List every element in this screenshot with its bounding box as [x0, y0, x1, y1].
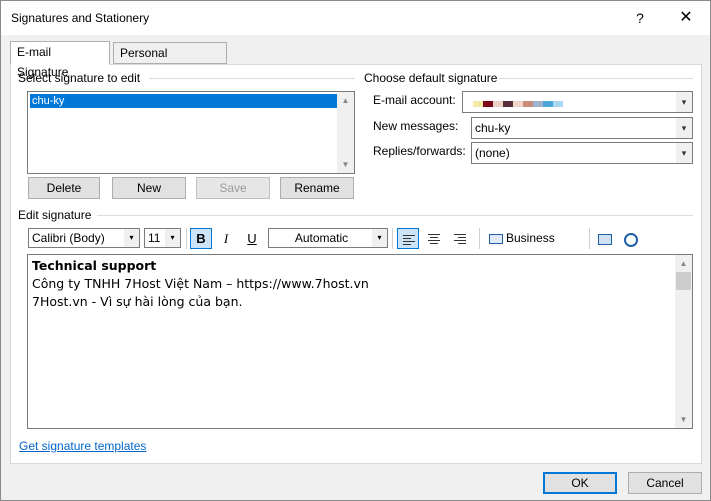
- italic-button[interactable]: I: [215, 228, 237, 249]
- chevron-down-icon[interactable]: ▾: [675, 143, 692, 163]
- business-card-icon: [489, 233, 503, 244]
- group-divider: [149, 78, 355, 79]
- masked-block: [543, 101, 553, 107]
- signature-listbox[interactable]: chu-ky ▲ ▼: [27, 91, 355, 174]
- signature-list-item[interactable]: chu-ky: [30, 94, 337, 108]
- business-card-button[interactable]: Business Card: [485, 228, 583, 266]
- window-title: Signatures and Stationery: [11, 11, 150, 25]
- align-left-icon: [403, 235, 415, 247]
- signature-line: Công ty TNHH 7Host Việt Nam – https://ww…: [32, 276, 369, 291]
- chevron-down-icon[interactable]: ▾: [372, 229, 387, 247]
- underline-button[interactable]: U: [241, 228, 263, 249]
- picture-icon: [598, 234, 612, 246]
- chevron-down-icon[interactable]: ▾: [124, 229, 139, 247]
- new-messages-label: New messages:: [373, 119, 459, 133]
- signature-line: 7Host.vn - Vì sự hài lòng của bạn.: [32, 294, 243, 309]
- delete-button[interactable]: Delete: [28, 177, 100, 199]
- editor-scrollbar[interactable]: ▲ ▼: [675, 255, 692, 428]
- scroll-up-icon[interactable]: ▲: [337, 92, 354, 109]
- toolbar-separator: [589, 228, 590, 249]
- masked-block: [503, 101, 513, 107]
- masked-block: [533, 101, 543, 107]
- replies-forwards-combo[interactable]: (none) ▾: [471, 142, 693, 164]
- align-center-button[interactable]: [423, 228, 445, 249]
- default-signature-label: Choose default signature: [364, 71, 498, 85]
- toolbar-separator: [479, 228, 480, 249]
- masked-block: [523, 101, 533, 107]
- masked-account: [473, 101, 571, 107]
- insert-picture-button[interactable]: [594, 228, 616, 249]
- chevron-down-icon[interactable]: ▾: [675, 92, 692, 112]
- signature-line: Technical support: [32, 258, 157, 273]
- email-account-combo[interactable]: ▾: [462, 91, 693, 113]
- font-combo[interactable]: Calibri (Body) ▾: [28, 228, 140, 248]
- signature-text[interactable]: Technical support Công ty TNHH 7Host Việ…: [32, 257, 369, 311]
- ok-button[interactable]: OK: [543, 472, 617, 494]
- new-messages-combo[interactable]: chu-ky ▾: [471, 117, 693, 139]
- align-right-icon: [454, 234, 466, 246]
- masked-block: [513, 101, 523, 107]
- font-color-value: Automatic: [294, 231, 349, 245]
- align-center-icon: [428, 234, 440, 246]
- chevron-down-icon[interactable]: ▾: [165, 229, 180, 247]
- save-button[interactable]: Save: [196, 177, 270, 199]
- rename-button[interactable]: Rename: [280, 177, 354, 199]
- replies-forwards-label: Replies/forwards:: [373, 144, 466, 158]
- masked-block: [493, 101, 503, 107]
- title-bar: Signatures and Stationery ? ✕: [1, 1, 710, 35]
- font-color-combo[interactable]: Automatic ▾: [268, 228, 388, 248]
- font-value: Calibri (Body): [32, 231, 105, 245]
- close-button[interactable]: ✕: [671, 7, 701, 29]
- new-messages-value: chu-ky: [475, 121, 511, 135]
- scroll-down-icon[interactable]: ▼: [675, 411, 692, 428]
- align-right-button[interactable]: [449, 228, 471, 249]
- hyperlink-icon: [624, 232, 638, 247]
- scroll-thumb[interactable]: [676, 272, 691, 290]
- email-account-label: E-mail account:: [373, 93, 456, 107]
- masked-block: [473, 101, 483, 107]
- chevron-down-icon[interactable]: ▾: [675, 118, 692, 138]
- scroll-down-icon[interactable]: ▼: [337, 156, 354, 173]
- masked-block: [553, 101, 563, 107]
- help-button[interactable]: ?: [625, 7, 655, 29]
- insert-hyperlink-button[interactable]: [620, 228, 642, 249]
- font-size-value: 11: [148, 231, 161, 245]
- get-signature-templates-link[interactable]: Get signature templates: [19, 439, 146, 453]
- scroll-up-icon[interactable]: ▲: [675, 255, 692, 272]
- align-left-button[interactable]: [397, 228, 419, 249]
- font-size-combo[interactable]: 11 ▾: [144, 228, 181, 248]
- new-button[interactable]: New: [112, 177, 186, 199]
- group-divider: [97, 215, 693, 216]
- masked-block: [483, 101, 493, 107]
- toolbar-separator: [392, 228, 393, 249]
- listbox-scrollbar[interactable]: ▲ ▼: [337, 92, 354, 173]
- tab-email-signature[interactable]: E-mail Signature: [10, 41, 110, 79]
- signatures-dialog: Signatures and Stationery ? ✕ E-mail Sig…: [0, 0, 711, 501]
- group-divider: [499, 78, 693, 79]
- edit-signature-label: Edit signature: [18, 208, 92, 222]
- cancel-button[interactable]: Cancel: [628, 472, 702, 494]
- signature-editor[interactable]: Technical support Công ty TNHH 7Host Việ…: [27, 254, 693, 429]
- tab-personal-stationery[interactable]: Personal Stationery: [113, 42, 227, 80]
- tab-email-signature-label: E-mail Signature: [17, 45, 69, 79]
- bold-button[interactable]: B: [190, 228, 212, 249]
- replies-forwards-value: (none): [475, 146, 510, 160]
- toolbar-separator: [186, 228, 187, 249]
